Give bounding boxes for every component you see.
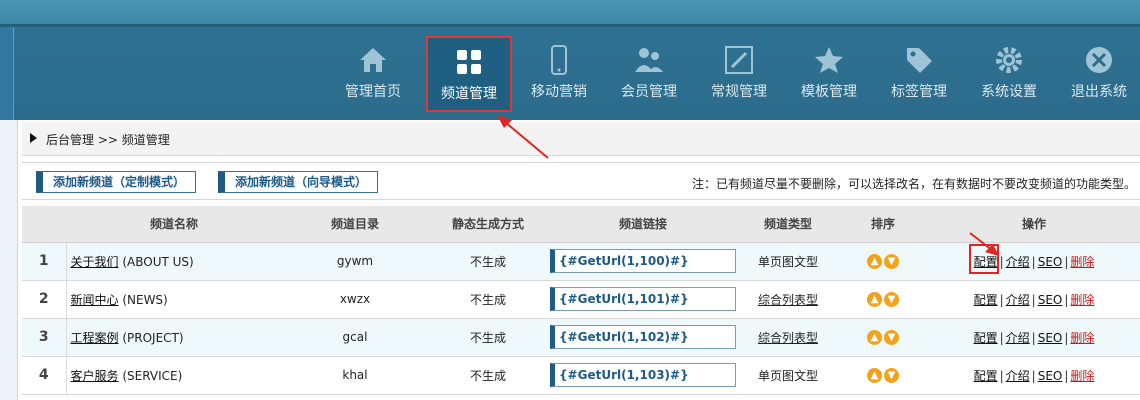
annotation-arrows xyxy=(497,115,999,256)
arrow-line-config xyxy=(969,232,993,251)
arrow-line-nav xyxy=(504,121,549,159)
